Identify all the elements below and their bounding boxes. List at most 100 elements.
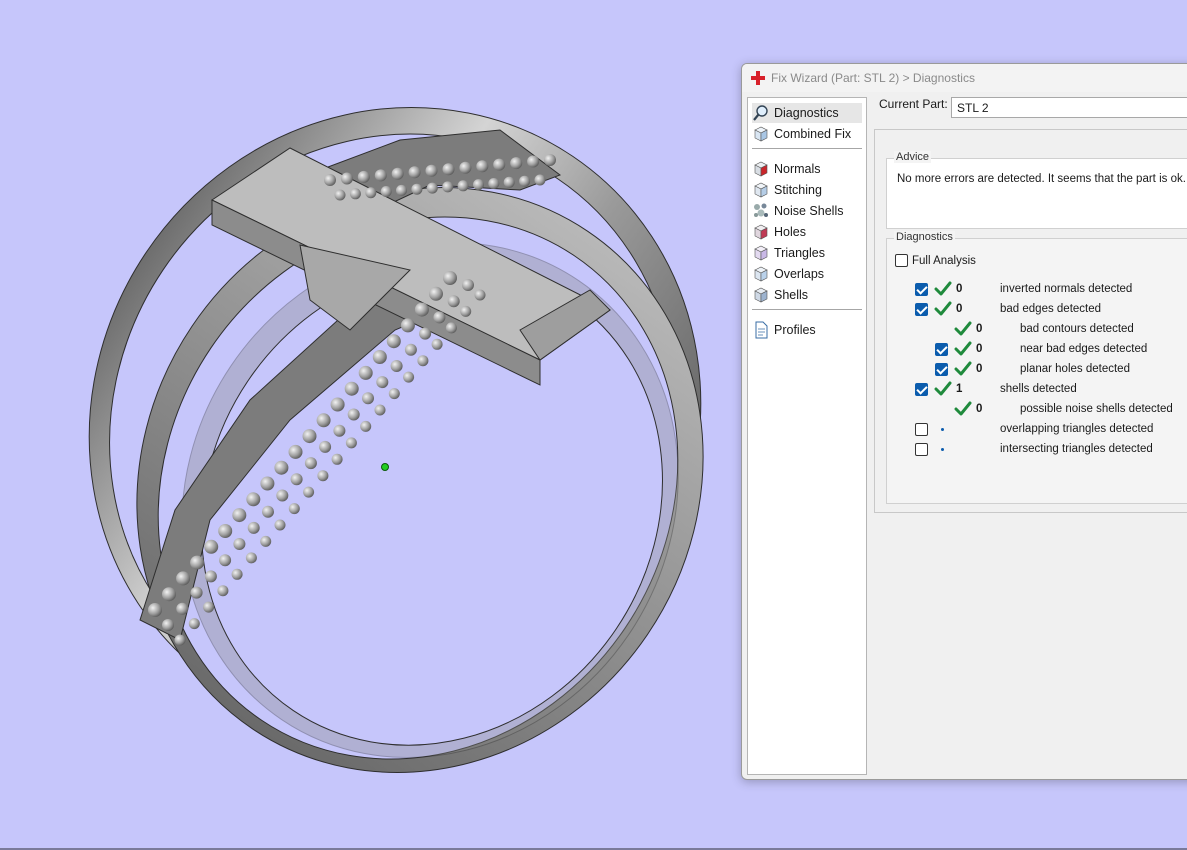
pave-bead: [360, 420, 372, 432]
diagnostic-count: 0: [976, 343, 983, 355]
diagnostic-checkbox[interactable]: [915, 283, 928, 296]
pave-bead: [349, 188, 361, 200]
nav-item-noise-shells[interactable]: Noise Shells: [752, 201, 862, 221]
pave-bead: [176, 602, 189, 615]
diagnostic-row: 0 possible noise shells detected: [887, 401, 1187, 418]
pave-bead: [462, 279, 474, 291]
check-mark-icon: [954, 320, 972, 338]
pave-bead: [391, 167, 404, 180]
pave-bead: [217, 585, 229, 597]
pave-bead: [345, 437, 357, 449]
diagnostic-label: bad contours detected: [1020, 323, 1134, 335]
nav-item-label: Holes: [774, 225, 806, 239]
pave-bead: [411, 183, 423, 195]
diagnostic-row: 0 near bad edges detected: [887, 340, 1187, 358]
diagnostic-checkbox[interactable]: [915, 423, 928, 436]
nav-item-triangles[interactable]: Triangles: [752, 243, 862, 263]
pave-bead: [231, 568, 243, 580]
pending-dot-icon: [941, 448, 944, 451]
normals-cube-icon: [752, 160, 770, 178]
pave-bead: [276, 489, 289, 502]
nav-item-holes[interactable]: Holes: [752, 222, 862, 242]
pave-bead: [442, 181, 454, 193]
pave-bead: [330, 397, 345, 412]
diagnostic-count: 0: [956, 283, 963, 295]
nav-item-overlaps[interactable]: Overlaps: [752, 264, 862, 284]
pave-bead: [303, 486, 315, 498]
nav-item-stitching[interactable]: Stitching: [752, 180, 862, 200]
pending-dot-icon: [941, 428, 944, 431]
full-analysis-row[interactable]: Full Analysis: [895, 254, 976, 267]
diagnostic-checkbox[interactable]: [935, 363, 948, 376]
title-bar[interactable]: Fix Wizard (Part: STL 2) > Diagnostics: [742, 64, 1187, 92]
diagnostics-group: Diagnostics Full Analysis 0 inverted norm…: [886, 231, 1187, 504]
shells-cube-icon: [752, 286, 770, 304]
overlaps-cube-icon: [752, 265, 770, 283]
diagnostic-label: planar holes detected: [1020, 363, 1130, 375]
diagnostic-label: overlapping triangles detected: [1000, 423, 1154, 435]
full-analysis-checkbox[interactable]: [895, 254, 908, 267]
nav-item-profiles[interactable]: Profiles: [752, 320, 862, 340]
nav-item-label: Diagnostics: [774, 106, 839, 120]
pave-bead: [176, 571, 191, 586]
pave-bead: [260, 535, 272, 547]
pave-bead: [347, 408, 360, 421]
diagnostic-checkbox[interactable]: [915, 383, 928, 396]
pave-bead: [162, 587, 176, 602]
pave-bead: [148, 603, 162, 617]
pave-bead: [340, 172, 353, 185]
pave-bead: [331, 453, 343, 465]
diagnostic-count: 0: [976, 403, 983, 415]
pave-bead: [433, 311, 446, 324]
nav-item-label: Profiles: [774, 323, 816, 337]
pave-bead: [460, 305, 472, 317]
pave-bead: [218, 524, 233, 538]
nav-item-label: Combined Fix: [774, 127, 852, 141]
pave-bead: [304, 457, 317, 470]
pave-bead: [374, 404, 386, 416]
pave-bead: [246, 492, 261, 507]
pave-bead: [376, 376, 389, 389]
pave-bead: [457, 180, 469, 192]
nav-item-normals[interactable]: Normals: [752, 159, 862, 179]
nav-item-diagnostics[interactable]: Diagnostics: [752, 103, 862, 123]
pave-bead: [534, 174, 546, 186]
document-icon: [752, 321, 770, 339]
wizard-nav: Diagnostics Combined Fix Normals Stitching N…: [747, 97, 867, 775]
pave-bead: [232, 508, 247, 523]
diagnostic-row: 0 planar holes detected: [887, 361, 1187, 378]
pave-bead: [419, 327, 432, 340]
check-mark-icon: [954, 340, 972, 358]
diagnostic-label: possible noise shells detected: [1020, 403, 1173, 415]
pave-bead: [262, 505, 274, 518]
pave-bead: [317, 470, 329, 482]
pave-bead: [162, 619, 174, 631]
pave-bead: [403, 371, 415, 383]
diagnostic-label: inverted normals detected: [1000, 283, 1133, 295]
pave-bead: [188, 618, 200, 630]
3d-viewport[interactable]: [0, 0, 740, 850]
diagnostic-checkbox[interactable]: [935, 343, 948, 356]
pave-bead: [365, 187, 377, 199]
diagnostic-checkbox[interactable]: [915, 443, 928, 456]
pave-bead: [374, 169, 387, 182]
pave-bead: [388, 388, 400, 400]
diagnostic-count: 0: [976, 363, 983, 375]
diagnostic-checkbox[interactable]: [915, 303, 928, 316]
pave-bead: [203, 601, 215, 613]
holes-cube-icon: [752, 223, 770, 241]
current-part-field[interactable]: STL 2: [951, 97, 1187, 118]
nav-item-shells[interactable]: Shells: [752, 285, 862, 305]
diagnostic-count: 0: [956, 303, 963, 315]
pave-bead: [390, 360, 403, 372]
noise-shells-icon: [752, 202, 770, 220]
pave-bead: [344, 381, 359, 396]
nav-item-combined-fix[interactable]: Combined Fix: [752, 124, 862, 144]
pave-bead: [362, 392, 374, 405]
triangles-cube-icon: [752, 244, 770, 262]
pave-bead: [319, 440, 332, 453]
nav-item-label: Normals: [774, 162, 821, 176]
diagnostic-row: 0 inverted normals detected: [887, 281, 1187, 298]
nav-item-label: Noise Shells: [774, 204, 844, 218]
current-part-label: Current Part:: [879, 97, 948, 111]
